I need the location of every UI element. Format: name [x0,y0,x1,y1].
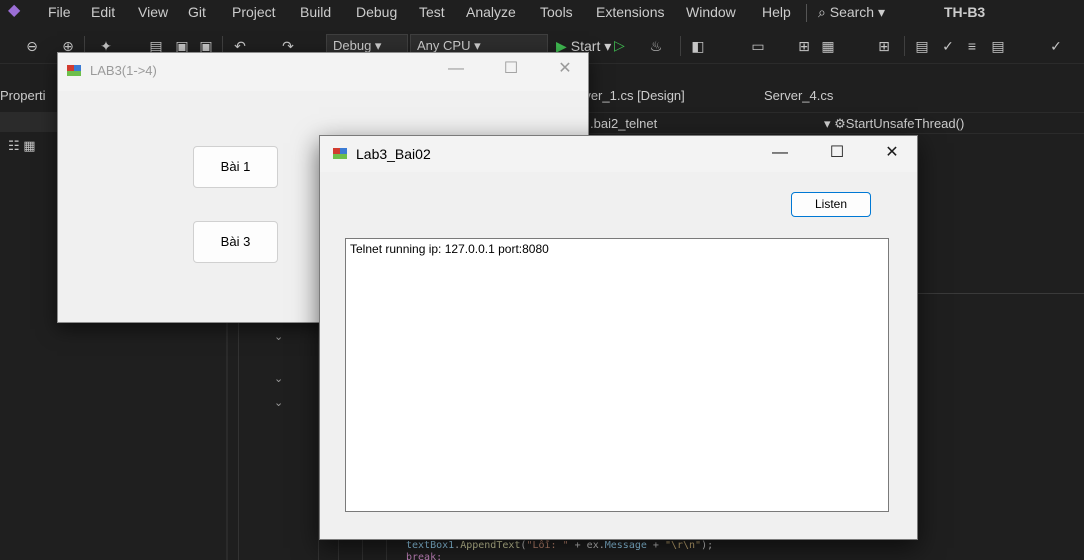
code-token: "\r\n" [664,540,702,551]
maximize-button[interactable]: ☐ [814,136,860,170]
window-title: LAB3(1->4) [90,63,157,78]
back-icon[interactable]: ⊖ [24,38,40,54]
navigation-bar: .bai2_telnet ▾ ⚙StartUnsafeThread() [560,112,1084,134]
menu-tools[interactable]: Tools [540,4,573,20]
menu-build[interactable]: Build [300,4,331,20]
window-title: Lab3_Bai02 [356,146,431,162]
start-without-debugging-icon[interactable]: ▷ [614,37,625,54]
code-token: break; [406,552,443,560]
menu-test[interactable]: Test [419,4,445,20]
method-icon: ⚙ [834,116,846,131]
search-label: Search [829,4,875,20]
gutter-line [238,290,239,560]
app-icon [332,146,348,162]
lab3-bai02-window: Lab3_Bai02 — ☐ ✕ Listen Telnet running i… [319,135,918,540]
code-line: textBox1.AppendText("Lỗi: " + ex.Message… [406,540,714,551]
maximize-button[interactable]: ☐ [488,53,534,85]
close-button[interactable]: ✕ [542,53,588,85]
menu-help[interactable]: Help [762,4,791,20]
minimize-button[interactable]: — [757,136,803,170]
platform-value: Any CPU [417,38,471,53]
categorized-icon[interactable]: ☷ ▦ [8,138,36,154]
nav-member-dropdown[interactable]: ▾ ⚙StartUnsafeThread() [824,116,964,132]
code-token: + [646,540,665,551]
menu-separator [806,4,807,22]
bai-3-button[interactable]: Bài 3 [193,221,278,263]
code-line: break; [406,552,442,560]
vs-menubar: ◆ File Edit View Git Project Build Debug… [0,0,1084,28]
menu-view[interactable]: View [138,4,168,20]
menu-file[interactable]: File [48,4,71,20]
fold-icon[interactable]: ⌄ [274,372,283,385]
bai-1-button[interactable]: Bài 1 [193,146,278,188]
code-token: "Lỗi: " [526,540,569,551]
indent-icon[interactable]: ≡ [964,38,980,54]
toolbar-separator [680,36,681,56]
close-button[interactable]: ✕ [869,136,915,170]
code-token: ); [701,540,714,551]
list-icon[interactable]: ▤ [990,38,1006,54]
app-icon [66,63,82,79]
chevron-down-icon: ▾ [874,4,886,20]
toolbar-separator [904,36,905,56]
menu-window[interactable]: Window [686,4,736,20]
fold-icon[interactable]: ⌄ [274,396,283,409]
code-token: AppendText [460,540,521,551]
minimize-button[interactable]: — [433,53,479,85]
listen-button[interactable]: Listen [791,192,871,217]
code-token: textBox1 [406,540,455,551]
title-bar[interactable]: LAB3(1->4) — ☐ ✕ [58,53,588,91]
search-box[interactable]: ⌕ Search ▾ [818,4,885,21]
title-bar[interactable]: Lab3_Bai02 — ☐ ✕ [320,136,917,172]
document-tabs: rver_1.cs [Design] Server_4.cs [560,84,1084,108]
sql-icon[interactable]: ✓ [940,38,956,54]
tab-server-1-design[interactable]: rver_1.cs [Design] [580,88,685,103]
menu-git[interactable]: Git [188,4,206,20]
fold-icon[interactable]: ⌄ [274,330,283,343]
nav-type-dropdown[interactable]: .bai2_telnet [590,116,657,131]
database-icon[interactable]: ▦ [820,38,836,54]
hot-reload-icon[interactable]: ♨ [648,38,664,54]
visual-studio-logo-icon: ◆ [8,2,21,19]
grid-icon[interactable]: ⊞ [796,38,812,54]
search-icon: ⌕ [818,4,830,20]
nav-member-label: StartUnsafeThread() [845,116,965,131]
code-token: Message [604,540,647,551]
menu-analyze[interactable]: Analyze [466,4,516,20]
log-textbox[interactable]: Telnet running ip: 127.0.0.1 port:8080 [345,238,889,512]
menu-edit[interactable]: Edit [91,4,115,20]
tab-server-4[interactable]: Server_4.cs [764,88,833,103]
layout-icon[interactable]: ▭ [750,38,766,54]
properties-tab[interactable]: Properti [0,88,46,103]
solution-name: TH-B3 [944,4,986,20]
configuration-value: Debug [333,38,372,53]
menu-debug[interactable]: Debug [356,4,397,20]
browse-icon[interactable]: ◧ [690,38,706,54]
spell-check-icon[interactable]: ✓ [1048,38,1064,54]
menu-project[interactable]: Project [232,4,276,20]
menu-extensions[interactable]: Extensions [596,4,664,20]
code-token: + ex. [568,540,605,551]
table-icon[interactable]: ⊞ [876,38,892,54]
comment-icon[interactable]: ▤ [914,38,930,54]
